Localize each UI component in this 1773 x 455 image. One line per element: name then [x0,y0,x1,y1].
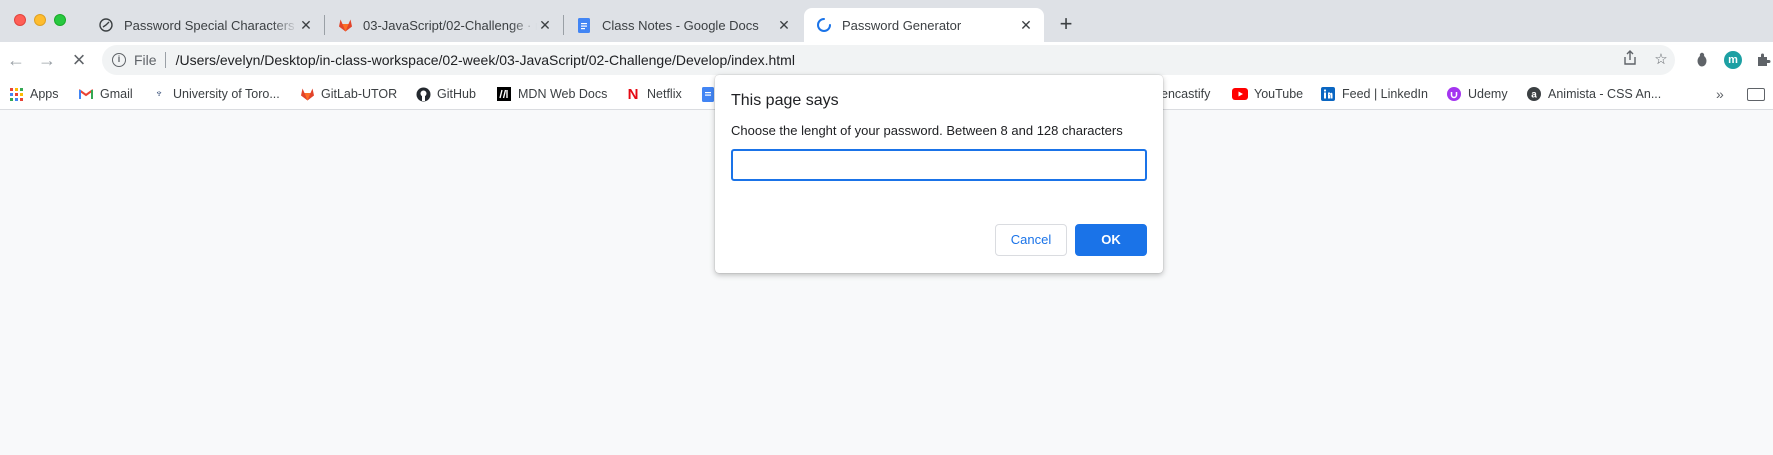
netflix-icon: N [627,85,639,103]
clock-icon [98,17,114,33]
bookmark-label: GitLab-UTOR [321,87,398,101]
bookmark-label: University of Toro... [173,87,280,101]
tab-strip: Password Special Characters | ✕ 03-JavaS… [0,0,1773,42]
bookmark-youtube[interactable]: YouTube [1232,84,1303,104]
bookmark-label: Animista - CSS An... [1548,87,1662,101]
tab-title: 03-JavaScript/02-Challenge · m [363,17,537,33]
tab-password-special-characters[interactable]: Password Special Characters | ✕ [86,8,324,42]
bookmark-netflix[interactable]: N Netflix [625,84,682,104]
profile-extension-icon[interactable]: m [1722,49,1744,71]
bookmark-university[interactable]: ♆ University of Toro... [151,84,280,104]
apps-grid-icon [8,86,24,102]
address-bar[interactable]: i File /Users/evelyn/Desktop/in-class-wo… [102,45,1675,75]
bookmark-gitlab-utor[interactable]: GitLab-UTOR [299,84,397,104]
bookmark-gmail[interactable]: Gmail [78,84,133,104]
cancel-button[interactable]: Cancel [995,224,1067,256]
other-bookmarks-folder-icon[interactable] [1747,88,1765,101]
bookmark-label: GitHub [437,87,476,101]
tab-title: Password Generator [842,17,962,33]
info-icon[interactable]: i [112,53,126,67]
bookmark-label: YouTube [1254,87,1304,101]
bookmark-label: Feed | LinkedIn [1342,87,1428,101]
tab-class-notes[interactable]: Class Notes - Google Docs ✕ [564,8,802,42]
tab-close-icon[interactable]: ✕ [776,17,792,33]
tab-title: Class Notes - Google Docs [602,17,759,33]
tab-gitlab-challenge[interactable]: 03-JavaScript/02-Challenge · m ✕ [325,8,563,42]
svg-text:a: a [1531,90,1537,101]
puzzle-extensions-icon[interactable] [1752,49,1773,71]
tab-title: Password Special Characters | [124,17,298,33]
prompt-dialog: This page says Choose the lenght of your… [715,75,1163,273]
bookmark-label: MDN Web Docs [518,87,608,101]
bookmarks-overflow-button[interactable]: » [1716,84,1730,104]
bookmark-label: Netflix [647,87,682,101]
browser-toolbar: ← → × i File /Users/evelyn/Desktop/in-cl… [0,42,1773,78]
bookmark-github[interactable]: GitHub [415,84,476,104]
gmail-icon [78,86,94,102]
gitlab-icon [337,17,353,33]
docs-icon [576,17,592,33]
window-minimize-button[interactable] [34,14,46,26]
university-icon: ♆ [154,88,164,100]
bookmark-animista[interactable]: a Animista - CSS An... [1526,84,1661,104]
password-length-input[interactable] [731,149,1147,181]
url-text[interactable]: /Users/evelyn/Desktop/in-class-workspace… [176,52,795,68]
bookmark-label: Udemy [1468,87,1508,101]
mdn-icon [496,86,512,102]
tab-close-icon[interactable]: ✕ [1018,17,1034,33]
new-tab-button[interactable]: + [1055,13,1077,35]
dialog-message: Choose the lenght of your password. Betw… [731,123,1123,138]
tab-close-icon[interactable]: ✕ [298,17,314,33]
stop-loading-icon[interactable]: × [68,49,90,71]
bookmark-apps[interactable]: Apps [8,84,59,104]
dialog-title: This page says [731,92,839,109]
forward-arrow-icon[interactable]: → [36,49,58,71]
address-divider [164,52,166,68]
bug-extension-icon[interactable] [1691,49,1713,71]
bookmark-label: Gmail [100,87,133,101]
url-scheme-label: File [134,52,157,68]
tab-close-icon[interactable]: ✕ [537,17,553,33]
udemy-icon [1446,86,1462,102]
bookmark-udemy[interactable]: Udemy [1446,84,1508,104]
share-icon[interactable] [1620,50,1640,70]
youtube-icon [1232,86,1248,102]
extension-avatar: m [1724,51,1742,69]
bookmark-label: Apps [30,87,59,101]
tab-password-generator[interactable]: Password Generator ✕ [804,8,1044,42]
bookmark-label: encastify [1161,87,1211,101]
bookmark-star-icon[interactable]: ☆ [1651,50,1671,70]
bookmark-mdn[interactable]: MDN Web Docs [496,84,607,104]
gitlab-icon [299,86,315,102]
ok-button[interactable]: OK [1075,224,1147,256]
animista-icon: a [1526,86,1542,102]
github-icon [415,86,431,102]
bookmark-screencastify[interactable]: encastify [1161,84,1210,104]
loading-spinner-icon [816,17,832,33]
bookmark-linkedin[interactable]: Feed | LinkedIn [1320,84,1428,104]
back-arrow-icon[interactable]: ← [5,49,27,71]
window-close-button[interactable] [14,14,26,26]
docs-icon [700,86,716,102]
linkedin-icon [1320,86,1336,102]
window-zoom-button[interactable] [54,14,66,26]
